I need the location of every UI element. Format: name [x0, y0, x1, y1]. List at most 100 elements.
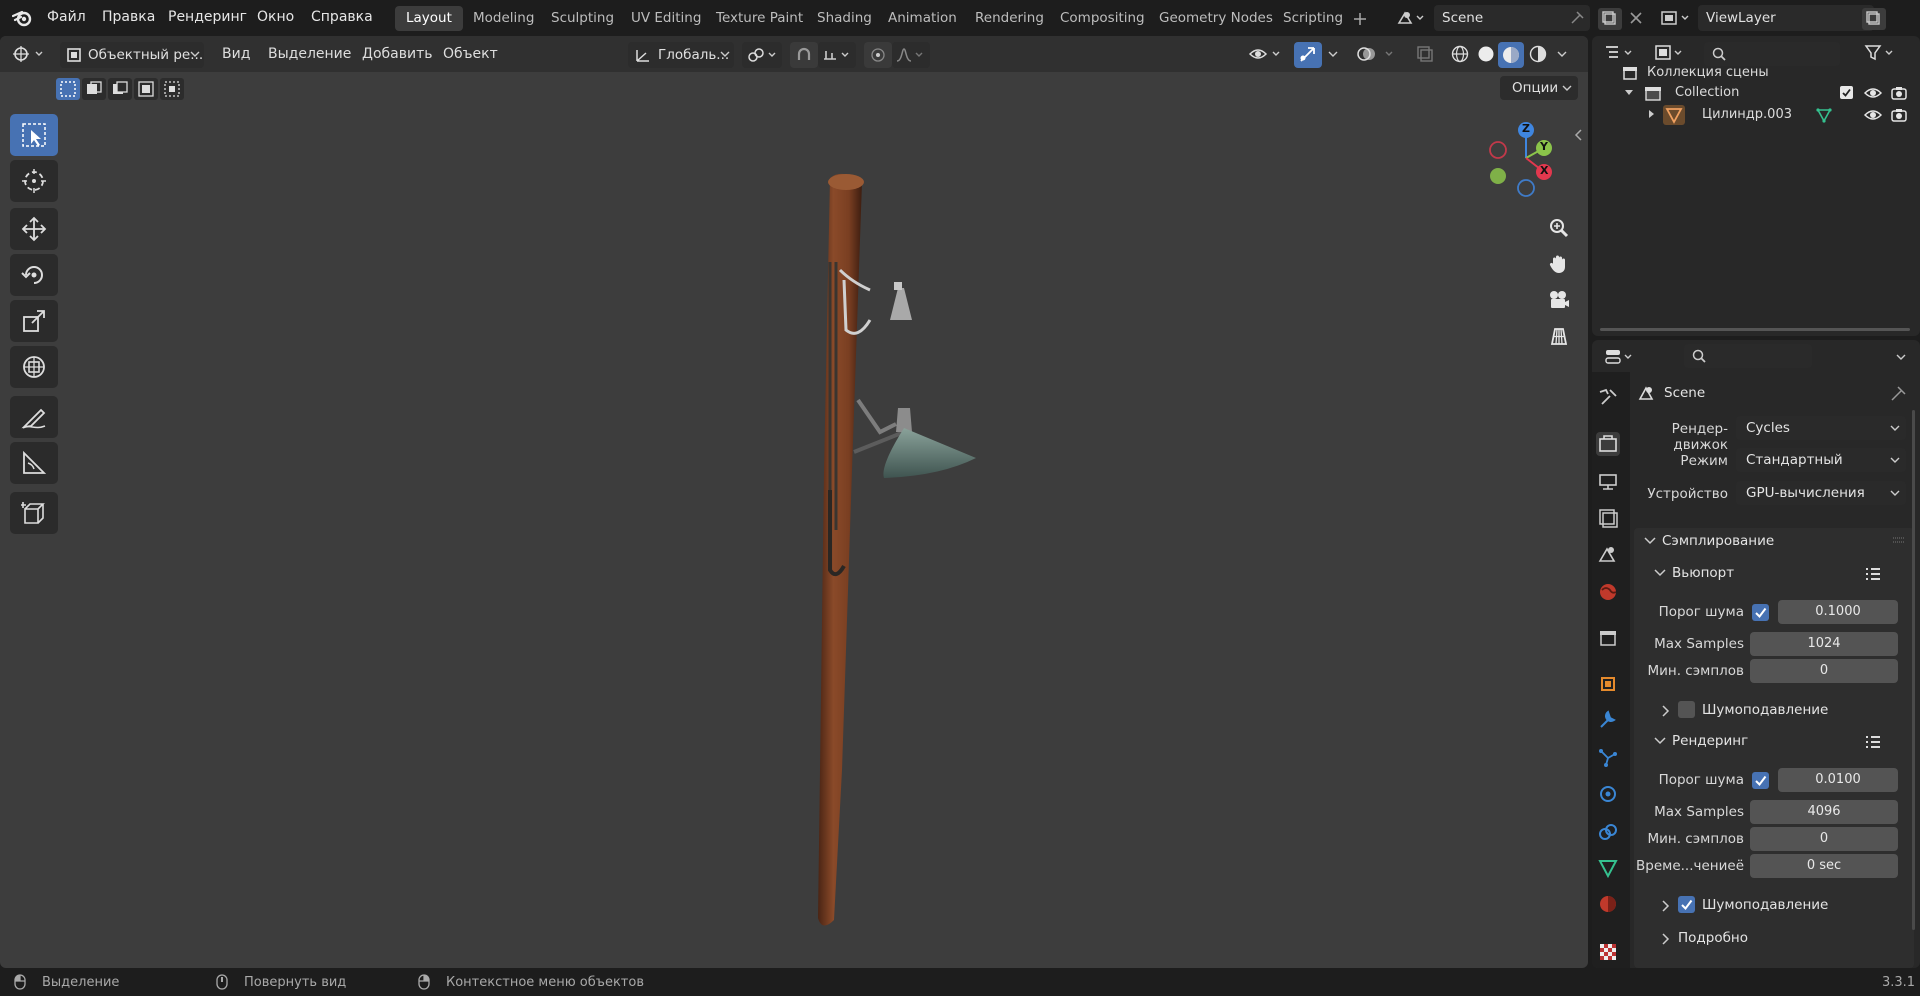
- properties-search-input[interactable]: [1684, 344, 1812, 368]
- gizmo-dropdown-icon[interactable]: [1328, 51, 1338, 59]
- list-icon[interactable]: [1864, 734, 1882, 750]
- properties-editor-type-icon[interactable]: [1604, 348, 1638, 366]
- tab-rendering[interactable]: Rendering: [964, 6, 1055, 31]
- camera-view-icon[interactable]: [1543, 284, 1575, 316]
- shading-rendered-icon[interactable]: [1528, 44, 1548, 64]
- visibility-dropdown-icon[interactable]: [1248, 44, 1286, 64]
- tab-layout[interactable]: Layout: [395, 6, 463, 31]
- tab-uv-editing[interactable]: UV Editing: [620, 6, 712, 31]
- tab-sculpting[interactable]: Sculpting: [540, 6, 625, 31]
- 3d-viewport[interactable]: Объектный ре... Вид Выделение Добавить О…: [0, 36, 1588, 968]
- delete-scene-icon[interactable]: [1628, 10, 1644, 26]
- data-tab-icon[interactable]: [1596, 856, 1620, 880]
- properties-options-icon[interactable]: [1896, 354, 1906, 362]
- perspective-toggle-icon[interactable]: [1543, 320, 1575, 352]
- viewport-noise-threshold-checkbox[interactable]: [1752, 604, 1769, 621]
- tab-geometry-nodes[interactable]: Geometry Nodes: [1148, 6, 1284, 31]
- shading-dropdown-icon[interactable]: [1557, 51, 1567, 59]
- camera-icon[interactable]: [1890, 85, 1908, 101]
- new-scene-icon[interactable]: [1598, 8, 1622, 30]
- expand-arrow-icon[interactable]: [1648, 109, 1656, 119]
- tool-rotate[interactable]: [10, 254, 58, 296]
- lamp-post-model[interactable]: [800, 170, 1000, 930]
- overlays-toggle-icon[interactable]: [1356, 44, 1396, 64]
- tool-measure[interactable]: [10, 442, 58, 484]
- pin-icon[interactable]: [1890, 386, 1906, 402]
- proportional-editing-toggle[interactable]: [864, 42, 892, 68]
- select-intersect-icon[interactable]: [160, 78, 184, 100]
- view-layer-field[interactable]: ViewLayer: [1698, 5, 1874, 31]
- constraints-tab-icon[interactable]: [1596, 820, 1620, 844]
- properties-scrollbar[interactable]: [1912, 410, 1915, 930]
- options-dropdown[interactable]: Опции: [1500, 76, 1578, 100]
- tool-move[interactable]: [10, 208, 58, 250]
- particles-tab-icon[interactable]: [1596, 746, 1620, 770]
- world-tab-icon[interactable]: [1596, 580, 1620, 604]
- collection-row[interactable]: Collection: [1592, 82, 1920, 104]
- snap-toggle[interactable]: [790, 42, 818, 68]
- output-tab-icon[interactable]: [1596, 470, 1620, 494]
- render-min-samples-field[interactable]: 0: [1750, 827, 1898, 851]
- render-denoise-row[interactable]: Шумоподавление: [1654, 893, 1904, 917]
- zoom-icon[interactable]: [1543, 212, 1575, 244]
- transform-orientation-dropdown[interactable]: Глобаль...: [628, 42, 734, 68]
- pan-hand-icon[interactable]: [1543, 248, 1575, 280]
- render-max-samples-field[interactable]: 4096: [1750, 800, 1898, 824]
- shading-material-icon[interactable]: [1498, 42, 1524, 68]
- snap-target-dropdown[interactable]: [818, 42, 856, 68]
- render-sampling-header[interactable]: Рендеринг: [1644, 728, 1914, 754]
- device-dropdown[interactable]: GPU-вычисления: [1736, 481, 1906, 505]
- tab-modeling[interactable]: Modeling: [462, 6, 545, 31]
- view-layer-tab-icon[interactable]: [1596, 506, 1620, 530]
- menu-window[interactable]: Окно: [257, 9, 294, 25]
- modifier-tab-icon[interactable]: [1596, 708, 1620, 732]
- menu-file[interactable]: Файл: [47, 9, 86, 25]
- sidebar-toggle-icon[interactable]: [1574, 128, 1584, 142]
- render-noise-threshold-checkbox[interactable]: [1752, 772, 1769, 789]
- eye-icon[interactable]: [1864, 107, 1882, 123]
- menu-select[interactable]: Выделение: [268, 46, 351, 62]
- physics-tab-icon[interactable]: [1596, 782, 1620, 806]
- blender-logo-icon[interactable]: [12, 8, 34, 28]
- tool-scale[interactable]: [10, 300, 58, 342]
- menu-edit[interactable]: Правка: [102, 9, 155, 25]
- menu-object[interactable]: Объект: [443, 46, 498, 62]
- shading-solid-icon[interactable]: [1476, 44, 1496, 64]
- new-view-layer-icon[interactable]: [1862, 8, 1886, 30]
- tool-select-box[interactable]: [10, 114, 58, 156]
- menu-render[interactable]: Рендеринг: [168, 9, 247, 25]
- viewport-sampling-header[interactable]: Вьюпорт: [1644, 560, 1914, 586]
- tab-texture-paint[interactable]: Texture Paint: [705, 6, 814, 31]
- render-time-limit-field[interactable]: 0 sec: [1750, 854, 1898, 878]
- tab-scripting[interactable]: Scripting: [1272, 6, 1354, 31]
- drag-handle-icon[interactable]: [1892, 536, 1906, 544]
- filter-icon[interactable]: [1864, 44, 1898, 62]
- pin-icon[interactable]: [1570, 11, 1584, 25]
- viewport-min-samples-field[interactable]: 0: [1750, 659, 1898, 683]
- tab-shading[interactable]: Shading: [806, 6, 883, 31]
- tab-compositing[interactable]: Compositing: [1049, 6, 1156, 31]
- texture-tab-icon[interactable]: [1596, 940, 1620, 964]
- render-tab-icon[interactable]: [1596, 432, 1620, 456]
- interaction-mode-dropdown[interactable]: Объектный ре...: [60, 42, 204, 68]
- menu-help[interactable]: Справка: [311, 9, 373, 25]
- select-invert-icon[interactable]: [134, 78, 158, 100]
- gizmo-toggle-icon[interactable]: [1294, 42, 1322, 68]
- menu-add[interactable]: Добавить: [362, 46, 432, 62]
- scene-name-field[interactable]: Scene: [1434, 5, 1590, 31]
- scene-tab-icon[interactable]: [1596, 542, 1620, 566]
- menu-view[interactable]: Вид: [222, 46, 250, 62]
- eye-icon[interactable]: [1864, 85, 1882, 101]
- xray-toggle-icon[interactable]: [1416, 45, 1434, 63]
- editor-type-icon[interactable]: [12, 44, 50, 64]
- object-row[interactable]: Цилиндр.003: [1592, 104, 1920, 126]
- select-extend-icon[interactable]: [82, 78, 106, 100]
- tool-cursor[interactable]: [10, 160, 58, 202]
- mode-dropdown[interactable]: Стандартный: [1736, 448, 1906, 472]
- mesh-data-icon[interactable]: [1816, 107, 1832, 123]
- material-tab-icon[interactable]: [1596, 892, 1620, 916]
- tool-annotate[interactable]: [10, 396, 58, 438]
- viewport-noise-threshold-field[interactable]: 0.1000: [1778, 600, 1898, 624]
- scene-selector-icon[interactable]: [1396, 9, 1426, 27]
- pivot-point-dropdown[interactable]: [742, 42, 782, 68]
